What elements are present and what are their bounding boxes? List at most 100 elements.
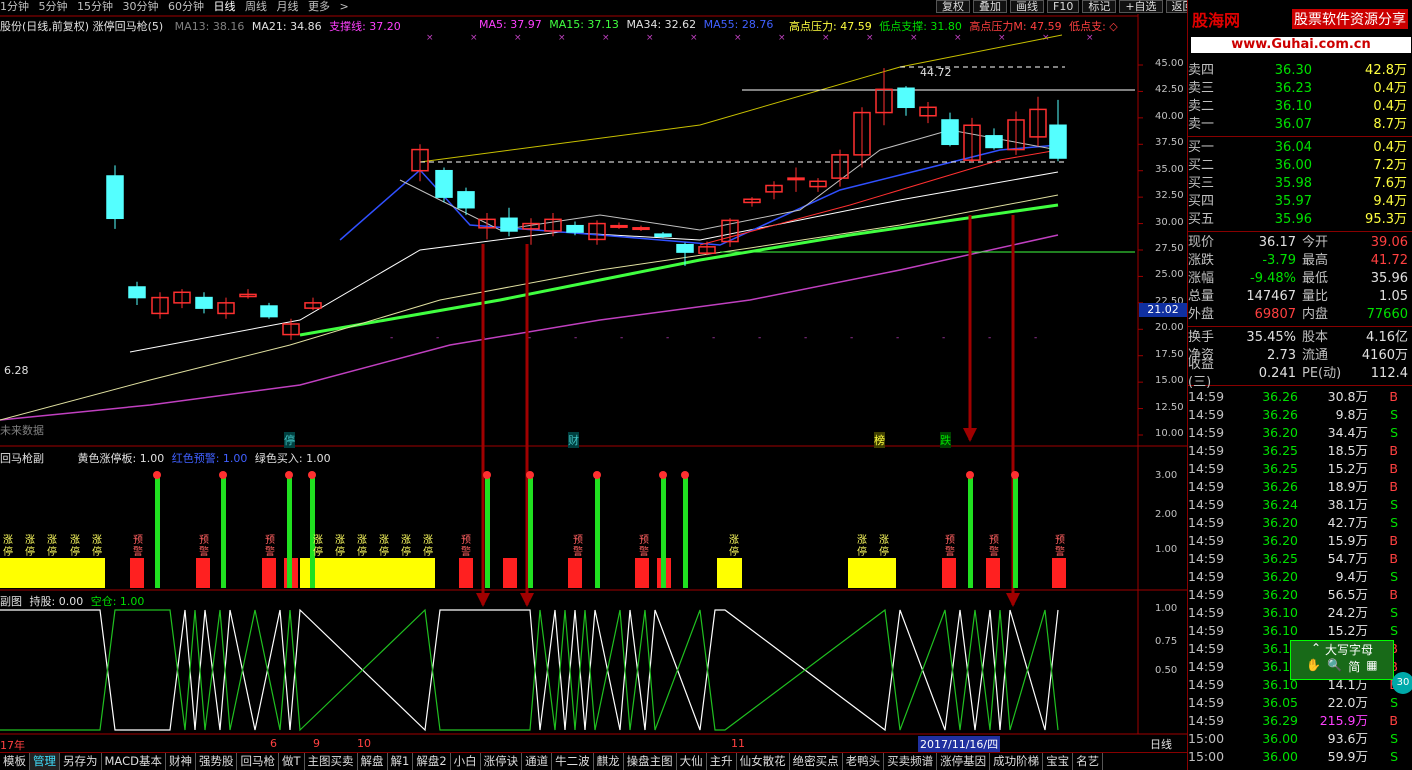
order-book-row[interactable]: 买五 35.96 95.3万 [1188,211,1412,229]
period-30min[interactable]: 30分钟 [123,0,159,13]
indicator-tab[interactable]: 大仙 [677,753,707,770]
ime-mode-label: 简 [1348,660,1361,674]
order-book-row[interactable]: 卖四 36.30 42.8万 [1188,62,1412,80]
indicator-tab[interactable]: 牛二波 [552,753,594,770]
indicator-tab[interactable]: 名艺 [1073,753,1104,770]
cursor-date: 2017/11/16/四 [918,736,1001,752]
indicator-tab[interactable]: 小白 [451,753,481,770]
site-logo: 股海网 股票软件资源分享 [1188,0,1412,38]
stat-label: 最低 [1302,271,1329,286]
tick-row: 14:59 36.25 15.2万 B [1188,460,1412,478]
stat-value: 4.16亿 [1366,330,1408,345]
indicator-tab[interactable]: 涨停基因 [937,753,991,770]
tick-side: S [1390,497,1398,512]
buy-arrow-icon [593,471,601,479]
logo-text: 股海网 [1192,11,1241,30]
period-5min[interactable]: 5分钟 [39,0,68,13]
indicator-tab[interactable]: MACD基本 [102,753,166,770]
signal-text: 警 [1055,545,1065,558]
indicator-tab[interactable]: 操盘主图 [624,753,677,770]
period-month[interactable]: 月线 [277,0,299,13]
tick-row: 14:59 36.10 15.2万 S [1188,622,1412,640]
indicator-tab[interactable]: 模板 [0,753,30,770]
draw-button[interactable]: 画线 [1010,0,1044,13]
overlay-button[interactable]: 叠加 [973,0,1007,13]
indicator-tab[interactable]: 老鸭头 [843,753,885,770]
indicator-tab[interactable]: 回马枪 [237,753,279,770]
order-level-label: 卖三 [1188,81,1215,96]
indicator-tab[interactable]: 成功阶梯 [990,753,1044,770]
ime-float-panel[interactable]: ⌃ 大写字母 ✋ 🔍 简 ▦ [1290,640,1394,680]
signal-marker: - [942,333,945,343]
order-book-row[interactable]: 卖一 36.07 8.7万 [1188,116,1412,134]
chart-area[interactable]: ××××××××××××××××---------------涨停涨停涨停涨停涨… [0,14,1187,752]
indicator-tab[interactable]: 解盘 [358,753,388,770]
indicator-tab[interactable]: 仙女散花 [737,753,790,770]
period-week[interactable]: 周线 [245,0,267,13]
event-label[interactable]: 财 [568,432,579,448]
order-book-row[interactable]: 卖二 36.10 0.4万 [1188,98,1412,116]
signal-marker: - [758,333,761,343]
buy-arrow-icon [966,471,974,479]
tick-volume: 9.4万 [1335,569,1368,584]
signal-text: 停 [313,545,323,558]
order-level-label: 买一 [1188,140,1215,155]
order-book-row[interactable]: 买一 36.04 0.4万 [1188,139,1412,157]
order-book-row[interactable]: 买二 36.00 7.2万 [1188,157,1412,175]
indicator-tab[interactable]: 主升 [707,753,737,770]
chevron-right-icon[interactable]: > [340,0,349,13]
tick-time: 14:59 [1188,623,1225,638]
indicator-tab[interactable]: 宝宝 [1043,753,1074,770]
stat-label: 现价 [1188,235,1215,250]
tick-row: 14:59 36.29 215.9万 B [1188,712,1412,730]
buy-bar [661,478,666,588]
candle-down [941,119,959,146]
tick-volume: 18.5万 [1327,443,1368,458]
period-1min[interactable]: 1分钟 [0,0,29,13]
adjust-button[interactable]: 复权 [936,0,970,13]
order-price: 36.04 [1274,140,1312,155]
period-15min[interactable]: 15分钟 [77,0,113,13]
order-book-row[interactable]: 买三 35.98 7.6万 [1188,175,1412,193]
indicator-tab[interactable]: 买卖频谱 [884,753,938,770]
tick-time: 14:59 [1188,569,1225,584]
indicator-tab[interactable]: 强势股 [196,753,238,770]
add-watchlist-button[interactable]: +自选 [1119,0,1163,13]
indicator-tab[interactable]: 解1 [388,753,414,770]
indicator-tab[interactable]: 财神 [166,753,196,770]
tick-time: 14:59 [1188,515,1225,530]
period-day[interactable]: 日线 [214,0,236,13]
signal-marker: - [574,333,577,343]
buy-arrow-icon [659,471,667,479]
indicator-tab[interactable]: 涨停诀 [481,753,523,770]
event-label[interactable]: 榜 [874,432,885,448]
indicator-tab[interactable]: 主图买卖 [305,753,358,770]
order-book-row[interactable]: 买四 35.97 9.4万 [1188,193,1412,211]
tick-volume: 215.9万 [1319,713,1368,728]
tick-price: 36.00 [1262,731,1298,746]
logo-url: www.Guhai.com.cn [1191,37,1411,53]
buy-arrow-icon [285,471,293,479]
mark-button[interactable]: 标记 [1082,0,1117,13]
buy-arrow-icon [681,471,689,479]
period-60min[interactable]: 60分钟 [168,0,204,13]
timer-badge-icon[interactable]: 30 [1392,672,1412,694]
signal-text: 停 [335,545,345,558]
indicator-tab[interactable]: 通道 [522,753,553,770]
signal-text: 停 [70,545,80,558]
indicator-tab[interactable]: 另存为 [60,753,102,770]
signal-marker: × [1086,33,1094,43]
indicator-tab[interactable]: 麒龙 [594,753,624,770]
indicator-tab[interactable]: 绝密买点 [790,753,843,770]
sub2-info: 副图 持股: 0.00 空仓: 1.00 [0,593,144,609]
signal-text: 预 [1055,534,1065,546]
order-book-row[interactable]: 卖三 36.23 0.4万 [1188,80,1412,98]
event-label[interactable]: 跌 [940,432,951,448]
event-label[interactable]: 停 [284,432,295,448]
indicator-tab[interactable]: 管理 [30,753,60,770]
indicator-tab[interactable]: 做T [279,753,305,770]
period-more[interactable]: 更多 [308,0,330,13]
tick-volume: 42.7万 [1327,515,1368,530]
f10-button[interactable]: F10 [1047,0,1080,13]
indicator-tab[interactable]: 解盘2 [413,753,451,770]
